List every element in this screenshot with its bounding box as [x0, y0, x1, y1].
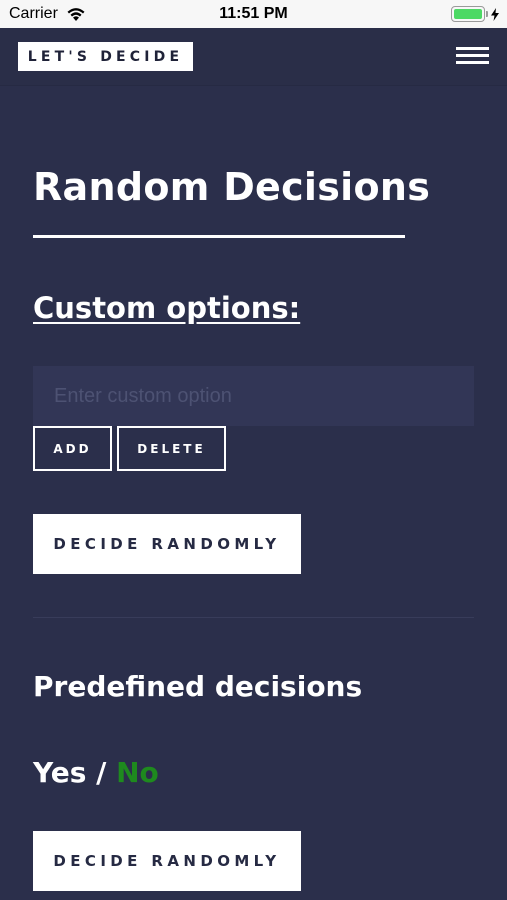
option-separator: / [86, 756, 117, 789]
charging-bolt-icon [491, 7, 499, 21]
decide-randomly-predefined-button[interactable]: DECIDE RANDOMLY [33, 831, 301, 891]
status-bar: Carrier 11:51 PM [0, 0, 507, 28]
battery-cap [486, 11, 488, 17]
custom-option-input[interactable] [33, 366, 474, 426]
status-time: 11:51 PM [219, 5, 288, 22]
menu-bar [456, 47, 489, 50]
option-no: No [116, 756, 159, 789]
menu-bar [456, 54, 489, 57]
section-divider [33, 617, 474, 618]
predefined-yes-no-option[interactable]: Yes / No [33, 756, 159, 789]
battery-fill [454, 9, 482, 19]
app-logo[interactable]: LET'S DECIDE [18, 42, 193, 71]
custom-options-heading: Custom options: [33, 291, 301, 325]
predefined-decisions-heading: Predefined decisions [33, 670, 363, 703]
battery-indicator [451, 6, 499, 22]
decide-randomly-custom-button[interactable]: DECIDE RANDOMLY [33, 514, 301, 574]
app-header: LET'S DECIDE [0, 28, 507, 86]
battery-icon [451, 6, 485, 22]
add-button[interactable]: ADD [33, 426, 112, 471]
page-title: Random Decisions [33, 165, 431, 209]
delete-button[interactable]: DELETE [117, 426, 226, 471]
option-yes: Yes [33, 756, 87, 789]
hamburger-menu-icon[interactable] [456, 47, 489, 66]
menu-bar [456, 61, 489, 64]
title-underline [33, 235, 405, 238]
